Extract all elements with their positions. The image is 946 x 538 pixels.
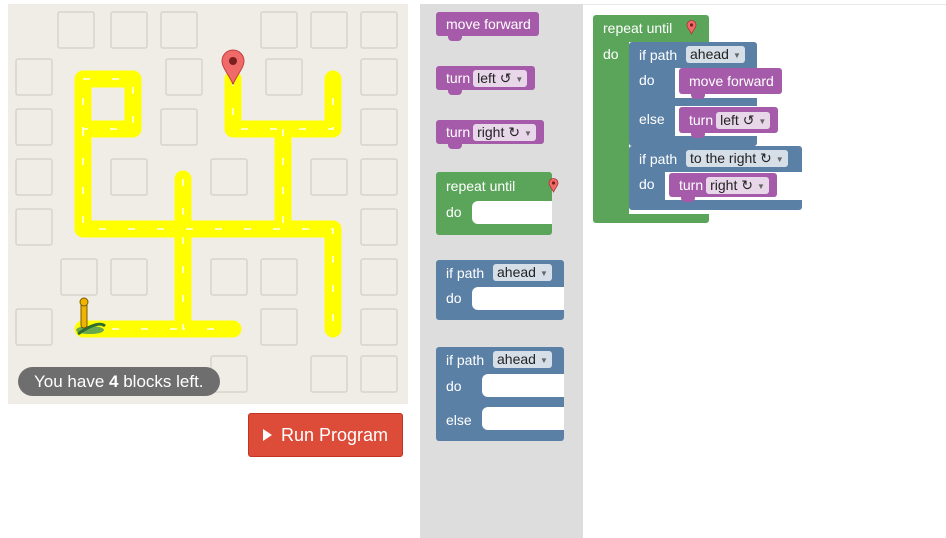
dropdown-arrow-icon: ▼ (515, 74, 524, 84)
if-else-do-slot (482, 374, 564, 397)
dropdown-arrow-icon: ▼ (539, 355, 548, 365)
if-path-value: ahead (497, 264, 536, 280)
ws-turn-label: turn (679, 177, 704, 193)
ws-if2-dropdown[interactable]: to the right ↻ ▼ (686, 150, 788, 167)
turn-right-value: right ↻ (477, 124, 520, 140)
if-else-else-slot (482, 407, 564, 430)
ws-if1-do-label: do (639, 72, 655, 88)
toolbox-turn-left-block[interactable]: turn left ↺ ▼ (436, 66, 536, 95)
turn-label: turn (446, 70, 471, 86)
toolbox-turn-right-block[interactable]: turn right ↻ ▼ (436, 120, 544, 149)
turn-left-value: left ↺ (477, 70, 512, 86)
ws-if1-dropdown[interactable]: ahead ▼ (686, 46, 745, 63)
ws-if-path-label: if path (639, 47, 678, 63)
turn-right-dropdown[interactable]: right ↻ ▼ (473, 124, 536, 141)
ws-turn-right-value: right ↻ (710, 177, 753, 193)
if-else-else-label: else (446, 412, 472, 428)
if-else-dropdown[interactable]: ahead ▼ (493, 351, 552, 368)
if-path-label: if path (446, 265, 485, 281)
toolbox-repeat-until-block[interactable]: repeat until do (436, 172, 559, 235)
move-forward-label: move forward (446, 16, 531, 32)
if-path-do-label: do (446, 290, 462, 306)
ws-turn-left-dropdown[interactable]: left ↺ ▼ (716, 112, 771, 129)
ws-turn-label: turn (689, 112, 714, 128)
ws-turn-left-block[interactable]: turn left ↺ ▼ (679, 107, 779, 138)
repeat-do-slot (472, 201, 552, 224)
blocks-left-count: 4 (109, 372, 119, 391)
run-program-label: Run Program (280, 424, 389, 445)
if-path-dropdown[interactable]: ahead ▼ (493, 264, 552, 281)
ws-repeat-do-label: do (603, 46, 619, 62)
toolbox-if-path-block[interactable]: if path ahead ▼ do (436, 260, 564, 320)
ws-turn-right-dropdown[interactable]: right ↻ ▼ (706, 177, 769, 194)
if-else-label: if path (446, 352, 485, 368)
dropdown-arrow-icon: ▼ (732, 50, 741, 60)
if-else-value: ahead (497, 351, 536, 367)
play-icon (262, 429, 272, 441)
workspace: repeat until do if path ahead ▼ do else m… (583, 4, 946, 538)
ws-move-forward-label: move forward (689, 73, 774, 89)
ws-turn-left-value: left ↺ (720, 112, 755, 128)
ws-if2-do-label: do (639, 176, 655, 192)
maze-drawing (15, 11, 398, 393)
goal-pin-icon (548, 178, 559, 193)
dropdown-arrow-icon: ▼ (539, 268, 548, 278)
ws-if2-value: to the right ↻ (690, 150, 772, 166)
run-program-button[interactable]: Run Program (248, 413, 403, 457)
ws-repeat-until-label: repeat until (603, 20, 673, 36)
dropdown-arrow-icon: ▼ (758, 116, 767, 126)
toolbox: move forward turn left ↺ ▼ turn right ↻ ▼ re… (420, 4, 583, 538)
turn-label: turn (446, 124, 471, 140)
if-else-do-label: do (446, 378, 462, 394)
turn-left-dropdown[interactable]: left ↺ ▼ (473, 70, 528, 87)
blocks-left-badge: You have 4 blocks left. (18, 367, 220, 396)
blocks-left-prefix: You have (34, 372, 105, 391)
blocks-left-suffix: blocks left. (123, 372, 204, 391)
ws-if2-label: if path (639, 151, 678, 167)
repeat-do-label: do (446, 204, 462, 220)
ws-turn-right-block[interactable]: turn right ↻ ▼ (669, 173, 777, 202)
goal-pin-icon (686, 20, 697, 35)
player-icon (76, 297, 106, 336)
ws-if1-value: ahead (690, 46, 729, 62)
dropdown-arrow-icon: ▼ (523, 128, 532, 138)
ws-move-forward-block[interactable]: move forward (679, 68, 782, 99)
toolbox-if-else-block[interactable]: if path ahead ▼ do else (436, 347, 564, 441)
dropdown-arrow-icon: ▼ (756, 181, 765, 191)
maze-game-app: You have 4 blocks left. Run Program move… (0, 0, 946, 538)
repeat-until-label: repeat until (446, 178, 516, 194)
ws-if1-else-label: else (639, 111, 665, 127)
maze-board: You have 4 blocks left. (8, 4, 408, 404)
toolbox-move-forward-block[interactable]: move forward (436, 12, 539, 41)
dropdown-arrow-icon: ▼ (775, 154, 784, 164)
if-path-do-slot (472, 287, 564, 310)
